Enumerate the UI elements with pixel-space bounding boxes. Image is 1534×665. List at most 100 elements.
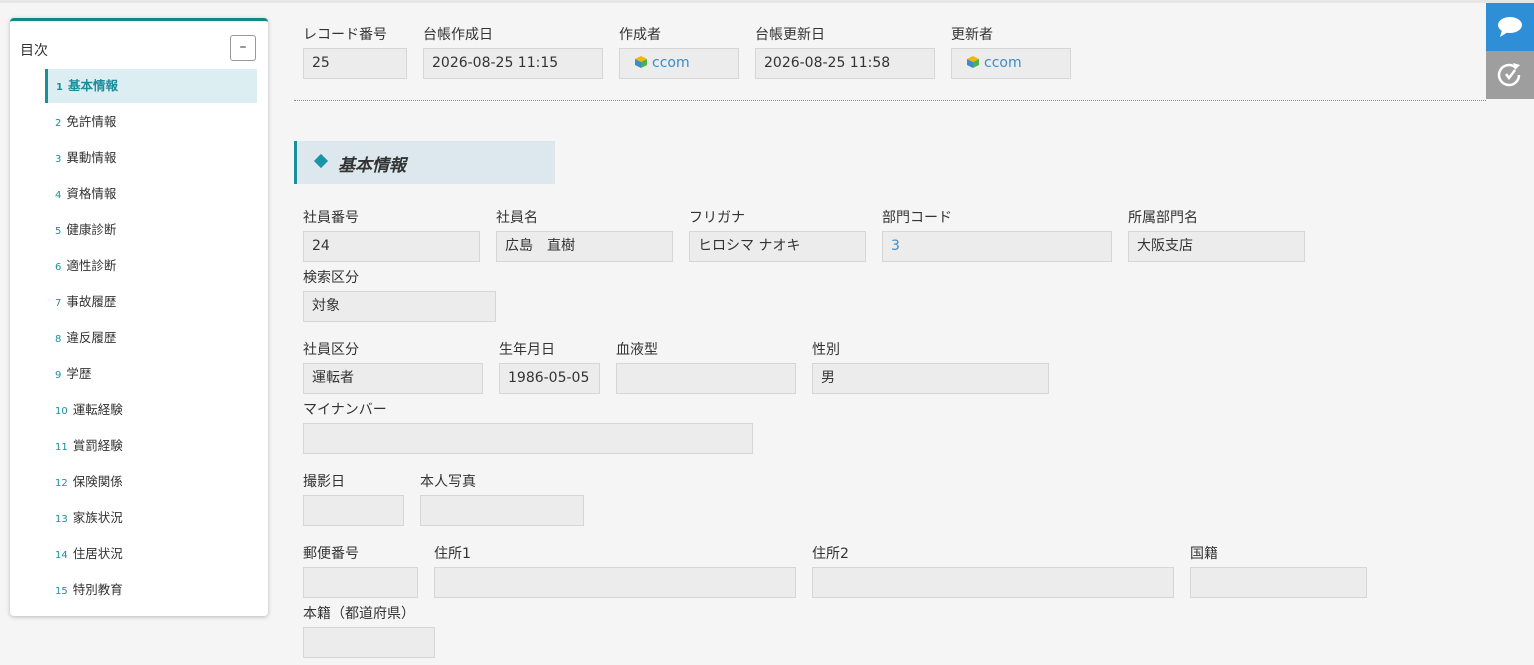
toc-item-label: 違反履歴 <box>66 330 117 345</box>
blood-field <box>616 363 796 394</box>
toc-item-number: 10 <box>55 406 68 417</box>
toc-item-label: 家族状況 <box>72 510 123 525</box>
toc-item-label: 特別教育 <box>72 582 123 597</box>
search-label: 検索区分 <box>303 270 359 286</box>
toc-item-6[interactable]: 6 適性診断 <box>45 249 257 285</box>
toc-item-label: 適性診断 <box>66 258 117 273</box>
dept-code-label: 部門コード <box>882 210 952 226</box>
toc-item-11[interactable]: 11 賞罰経験 <box>45 429 257 465</box>
toc-item-10[interactable]: 10 運転経験 <box>45 393 257 429</box>
photo-date-label: 撮影日 <box>303 474 345 490</box>
toc-item-number: 8 <box>55 334 62 345</box>
top-border <box>0 0 1534 3</box>
toc-item-number: 2 <box>55 118 62 129</box>
updater-field: ccom <box>951 48 1071 79</box>
emp-no-label: 社員番号 <box>303 210 359 226</box>
toc-item-1[interactable]: 1 基本情報 <box>45 69 257 103</box>
toc-collapse-button[interactable]: – <box>230 35 256 61</box>
updated-label: 台帳更新日 <box>755 27 825 43</box>
nationality-label: 国籍 <box>1190 546 1218 562</box>
toc-item-label: 学歴 <box>66 366 92 381</box>
toc-item-12[interactable]: 12 保険関係 <box>45 465 257 501</box>
toc-item-label: 免許情報 <box>66 114 117 129</box>
addr1-field <box>434 567 796 598</box>
blood-label: 血液型 <box>616 342 658 358</box>
toc-item-label: 運転経験 <box>72 402 123 417</box>
comment-button[interactable] <box>1486 3 1534 51</box>
toc-title: 目次 <box>20 43 48 59</box>
gender-field: 男 <box>812 363 1049 394</box>
honseki-label: 本籍（都道府県） <box>303 606 415 622</box>
dept-name-label: 所属部門名 <box>1128 210 1198 226</box>
toc-item-label: 基本情報 <box>67 78 118 93</box>
toc-item-number: 7 <box>55 298 62 309</box>
emp-no-field: 24 <box>303 231 480 262</box>
honseki-field <box>303 627 435 658</box>
section-header: 基本情報 <box>294 141 555 184</box>
emp-type-field: 運転者 <box>303 363 483 394</box>
toc-item-number: 3 <box>55 154 62 165</box>
mynumber-label: マイナンバー <box>303 402 387 418</box>
creator-label: 作成者 <box>619 27 661 43</box>
zip-label: 郵便番号 <box>303 546 359 562</box>
furigana-label: フリガナ <box>689 210 745 226</box>
toc-item-7[interactable]: 7 事故履歴 <box>45 285 257 321</box>
toc-item-15[interactable]: 15 特別教育 <box>45 573 257 609</box>
photo-field <box>420 495 584 526</box>
toc-item-number: 4 <box>55 190 62 201</box>
toc-item-2[interactable]: 2 免許情報 <box>45 105 257 141</box>
emp-type-label: 社員区分 <box>303 342 359 358</box>
record-no-label: レコード番号 <box>303 27 387 43</box>
diamond-icon <box>313 153 329 169</box>
search-field: 対象 <box>303 291 496 322</box>
user-cube-icon <box>967 56 979 68</box>
history-button[interactable] <box>1486 51 1534 99</box>
updater-label: 更新者 <box>951 27 993 43</box>
toc-item-14[interactable]: 14 住居状況 <box>45 537 257 573</box>
mynumber-field <box>303 423 753 454</box>
toc-item-number: 12 <box>55 478 68 489</box>
updater-link[interactable]: ccom <box>984 55 1022 71</box>
toc-item-number: 11 <box>55 442 68 453</box>
photo-date-field <box>303 495 404 526</box>
creator-link[interactable]: ccom <box>652 55 690 71</box>
chat-bubble-icon <box>1498 17 1522 37</box>
toc-item-label: 保険関係 <box>72 474 123 489</box>
dept-code-field: 3 <box>882 231 1112 262</box>
toc-item-number: 14 <box>55 550 68 561</box>
toc-item-label: 住居状況 <box>72 546 123 561</box>
dept-code-link[interactable]: 3 <box>891 238 900 254</box>
section-title: 基本情報 <box>338 156 406 176</box>
record-no-field: 25 <box>303 48 407 79</box>
created-label: 台帳作成日 <box>423 27 493 43</box>
created-field: 2026-08-25 11:15 <box>423 48 603 79</box>
dept-name-field: 大阪支店 <box>1128 231 1305 262</box>
toc-item-label: 事故履歴 <box>66 294 117 309</box>
furigana-field: ヒロシマ ナオキ <box>689 231 866 262</box>
toc-item-9[interactable]: 9 学歴 <box>45 357 257 393</box>
toc-item-3[interactable]: 3 異動情報 <box>45 141 257 177</box>
toc-panel: 目次 – 1 基本情報 2 免許情報 3 異動情報 4 資格情報 5 健康診断 6 適性診断… <box>10 18 268 616</box>
emp-name-label: 社員名 <box>496 210 538 226</box>
nationality-field <box>1190 567 1367 598</box>
toc-item-5[interactable]: 5 健康診断 <box>45 213 257 249</box>
toc-item-label: 異動情報 <box>66 150 117 165</box>
photo-label: 本人写真 <box>420 474 476 490</box>
toc-item-label: 資格情報 <box>66 186 117 201</box>
toc-item-number: 5 <box>55 226 62 237</box>
addr2-label: 住所2 <box>812 546 849 562</box>
toc-item-8[interactable]: 8 違反履歴 <box>45 321 257 357</box>
toc-item-13[interactable]: 13 家族状況 <box>45 501 257 537</box>
zip-field <box>303 567 418 598</box>
birth-field: 1986-05-05 <box>499 363 600 394</box>
toc-item-number: 13 <box>55 514 68 525</box>
toc-item-label: 健康診断 <box>66 222 117 237</box>
emp-name-field: 広島 直樹 <box>496 231 673 262</box>
addr1-label: 住所1 <box>434 546 471 562</box>
toc-item-4[interactable]: 4 資格情報 <box>45 177 257 213</box>
toc-item-number: 1 <box>56 82 63 93</box>
toc-list: 1 基本情報 2 免許情報 3 異動情報 4 資格情報 5 健康診断 6 適性診断 7 事故履… <box>45 69 257 609</box>
header-divider <box>294 100 1486 101</box>
toc-item-number: 15 <box>55 586 68 597</box>
toc-item-number: 6 <box>55 262 62 273</box>
